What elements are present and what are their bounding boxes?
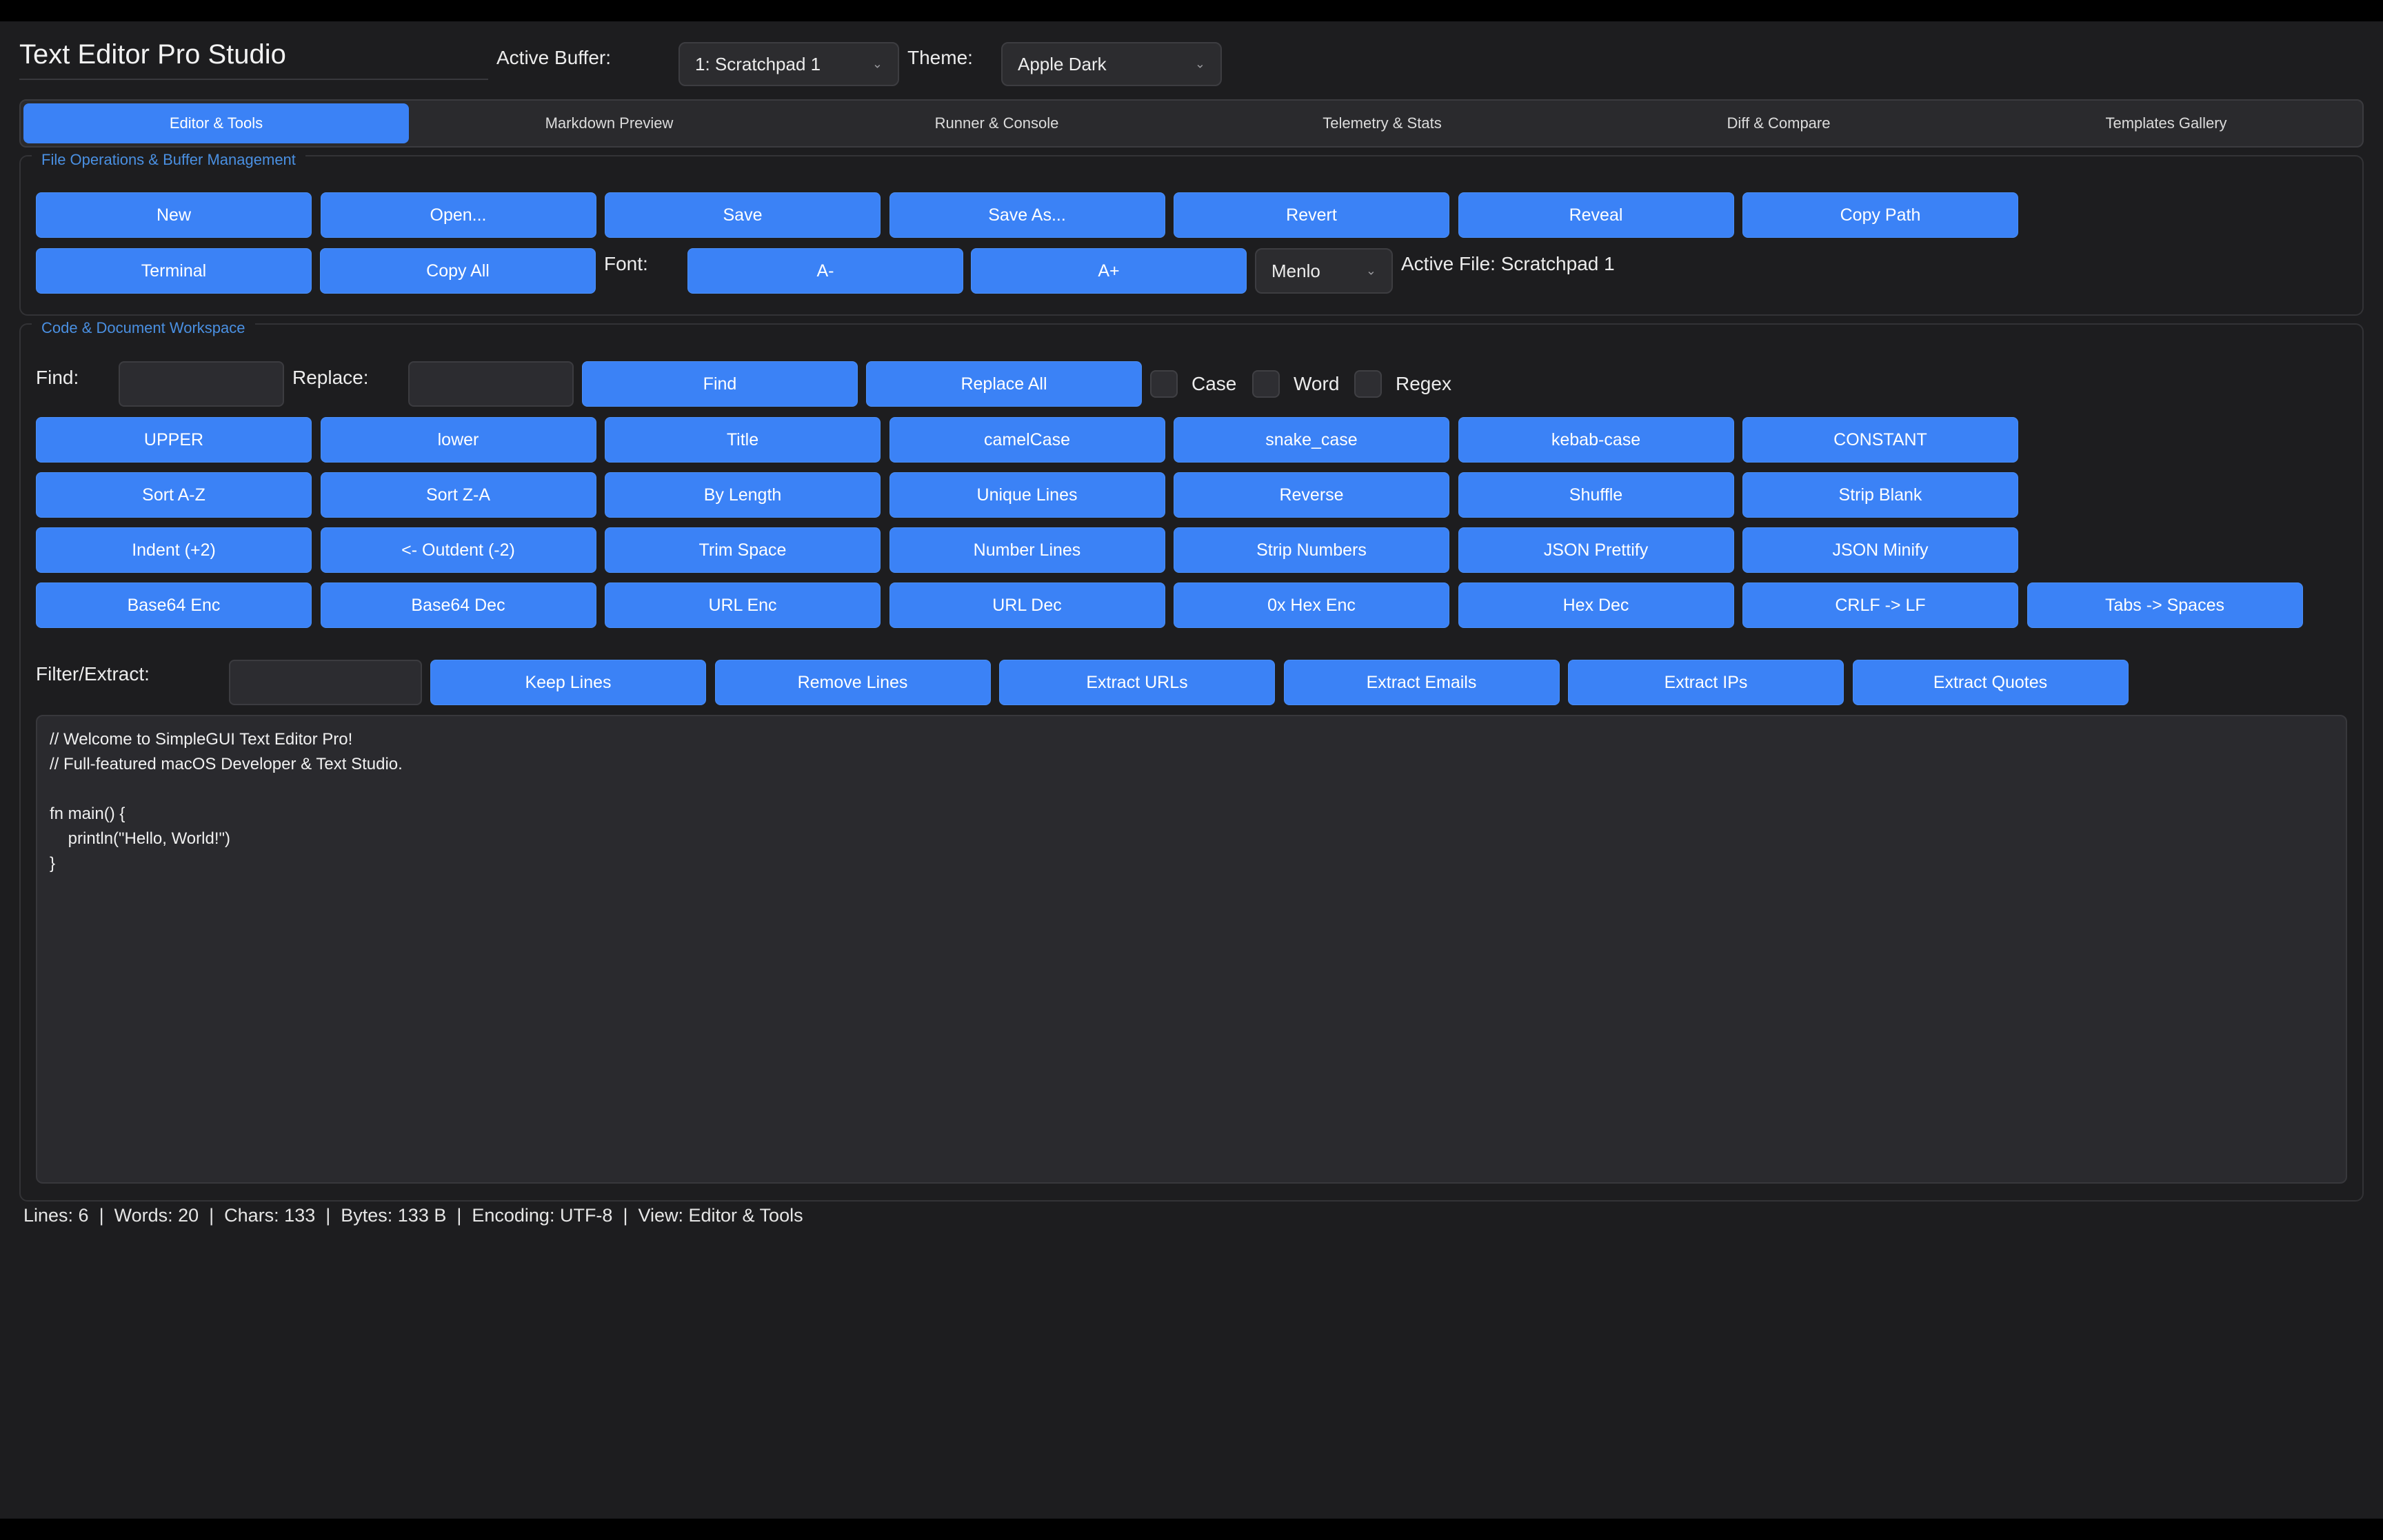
file-save-button[interactable]: Save — [605, 192, 881, 238]
sort-sort-z-a-button[interactable]: Sort Z-A — [320, 472, 596, 518]
title-divider — [19, 79, 488, 80]
font-family-value: Menlo — [1271, 260, 1320, 281]
tab-telemetry-stats[interactable]: Telemetry & Stats — [1189, 103, 1575, 143]
encode-tabs-spaces-button[interactable]: Tabs -> Spaces — [2027, 582, 2303, 628]
encode-base64-enc-button[interactable]: Base64 Enc — [36, 582, 312, 628]
word-checkbox[interactable] — [1252, 370, 1280, 398]
format-number-lines-button[interactable]: Number Lines — [889, 527, 1165, 573]
copy-all-button[interactable]: Copy All — [320, 248, 596, 294]
encode-0x-hex-enc-button[interactable]: 0x Hex Enc — [1174, 582, 1449, 628]
sort-sort-a-z-button[interactable]: Sort A-Z — [36, 472, 312, 518]
workspace-title: Code & Document Workspace — [32, 318, 255, 338]
sort-by-length-button[interactable]: By Length — [605, 472, 881, 518]
code-editor[interactable]: // Welcome to SimpleGUI Text Editor Pro!… — [36, 715, 2347, 1184]
format-indent-2-button[interactable]: Indent (+2) — [36, 527, 312, 573]
active-buffer-select[interactable]: 1: Scratchpad 1 ⌄ — [678, 42, 899, 86]
sort-shuffle-button[interactable]: Shuffle — [1458, 472, 1734, 518]
case-kebab-case-button[interactable]: kebab-case — [1458, 417, 1734, 463]
font-label: Font: — [604, 253, 648, 274]
file-save-as-button[interactable]: Save As... — [889, 192, 1165, 238]
theme-select[interactable]: Apple Dark ⌄ — [1001, 42, 1222, 86]
find-label: Find: — [36, 367, 79, 388]
encode-url-dec-button[interactable]: URL Dec — [889, 582, 1165, 628]
format-strip-numbers-button[interactable]: Strip Numbers — [1174, 527, 1449, 573]
tab-bar: Editor & Tools Markdown Preview Runner &… — [19, 99, 2364, 148]
font-larger-button[interactable]: A+ — [971, 248, 1247, 294]
case-camelcase-button[interactable]: camelCase — [889, 417, 1165, 463]
find-input[interactable] — [119, 361, 284, 407]
filter-extract-ips-button[interactable]: Extract IPs — [1568, 660, 1844, 705]
file-copy-path-button[interactable]: Copy Path — [1742, 192, 2018, 238]
sort-strip-blank-button[interactable]: Strip Blank — [1742, 472, 2018, 518]
filter-extract-urls-button[interactable]: Extract URLs — [999, 660, 1275, 705]
app-window: Text Editor Pro Studio Active Buffer: 1:… — [0, 21, 2383, 1519]
regex-checkbox[interactable] — [1354, 370, 1382, 398]
tab-runner-console[interactable]: Runner & Console — [804, 103, 1189, 143]
case-snake-case-button[interactable]: snake_case — [1174, 417, 1449, 463]
tab-diff-compare[interactable]: Diff & Compare — [1586, 103, 1971, 143]
chevron-down-icon: ⌄ — [1365, 263, 1376, 278]
case-constant-button[interactable]: CONSTANT — [1742, 417, 2018, 463]
encode-url-enc-button[interactable]: URL Enc — [605, 582, 881, 628]
word-label: Word — [1294, 373, 1340, 394]
case-title-button[interactable]: Title — [605, 417, 881, 463]
tab-editor-tools[interactable]: Editor & Tools — [23, 103, 409, 143]
theme-value: Apple Dark — [1018, 53, 1107, 74]
filter-remove-lines-button[interactable]: Remove Lines — [714, 660, 991, 705]
filter-extract-quotes-button[interactable]: Extract Quotes — [1852, 660, 2129, 705]
encode-base64-dec-button[interactable]: Base64 Dec — [320, 582, 596, 628]
font-family-select[interactable]: Menlo ⌄ — [1255, 248, 1393, 294]
replace-label: Replace: — [292, 367, 369, 388]
encode-crlf-lf-button[interactable]: CRLF -> LF — [1742, 582, 2018, 628]
theme-label: Theme: — [907, 47, 973, 68]
file-reveal-button[interactable]: Reveal — [1458, 192, 1734, 238]
encode-hex-dec-button[interactable]: Hex Dec — [1458, 582, 1734, 628]
regex-label: Regex — [1396, 373, 1451, 394]
app-title: Text Editor Pro Studio — [19, 39, 286, 70]
file-new-button[interactable]: New — [36, 192, 312, 238]
file-open-button[interactable]: Open... — [320, 192, 596, 238]
tab-markdown-preview[interactable]: Markdown Preview — [416, 103, 802, 143]
format-json-minify-button[interactable]: JSON Minify — [1742, 527, 2018, 573]
active-file-text: Active File: Scratchpad 1 — [1401, 253, 1615, 274]
status-bar: Lines: 6 | Words: 20 | Chars: 133 | Byte… — [23, 1205, 803, 1226]
chevron-down-icon: ⌄ — [1194, 57, 1205, 71]
case-upper-button[interactable]: UPPER — [36, 417, 312, 463]
find-button[interactable]: Find — [582, 361, 858, 407]
case-checkbox[interactable] — [1150, 370, 1178, 398]
sort-reverse-button[interactable]: Reverse — [1174, 472, 1449, 518]
sort-unique-lines-button[interactable]: Unique Lines — [889, 472, 1165, 518]
case-lower-button[interactable]: lower — [320, 417, 596, 463]
filter-keep-lines-button[interactable]: Keep Lines — [430, 660, 706, 705]
chevron-down-icon: ⌄ — [872, 57, 883, 71]
format-trim-space-button[interactable]: Trim Space — [605, 527, 881, 573]
filter-extract-emails-button[interactable]: Extract Emails — [1283, 660, 1560, 705]
active-buffer-label: Active Buffer: — [496, 47, 612, 68]
replace-input[interactable] — [408, 361, 574, 407]
filter-label: Filter/Extract: — [36, 663, 150, 685]
tab-templates-gallery[interactable]: Templates Gallery — [1973, 103, 2359, 143]
replace-all-button[interactable]: Replace All — [866, 361, 1142, 407]
terminal-button[interactable]: Terminal — [36, 248, 312, 294]
case-label: Case — [1192, 373, 1237, 394]
file-operations-title: File Operations & Buffer Management — [32, 150, 305, 170]
font-smaller-button[interactable]: A- — [687, 248, 963, 294]
filter-input[interactable] — [229, 660, 422, 705]
file-revert-button[interactable]: Revert — [1174, 192, 1449, 238]
format-outdent-2-button[interactable]: <- Outdent (-2) — [320, 527, 596, 573]
active-buffer-value: 1: Scratchpad 1 — [695, 53, 821, 74]
format-json-prettify-button[interactable]: JSON Prettify — [1458, 527, 1734, 573]
